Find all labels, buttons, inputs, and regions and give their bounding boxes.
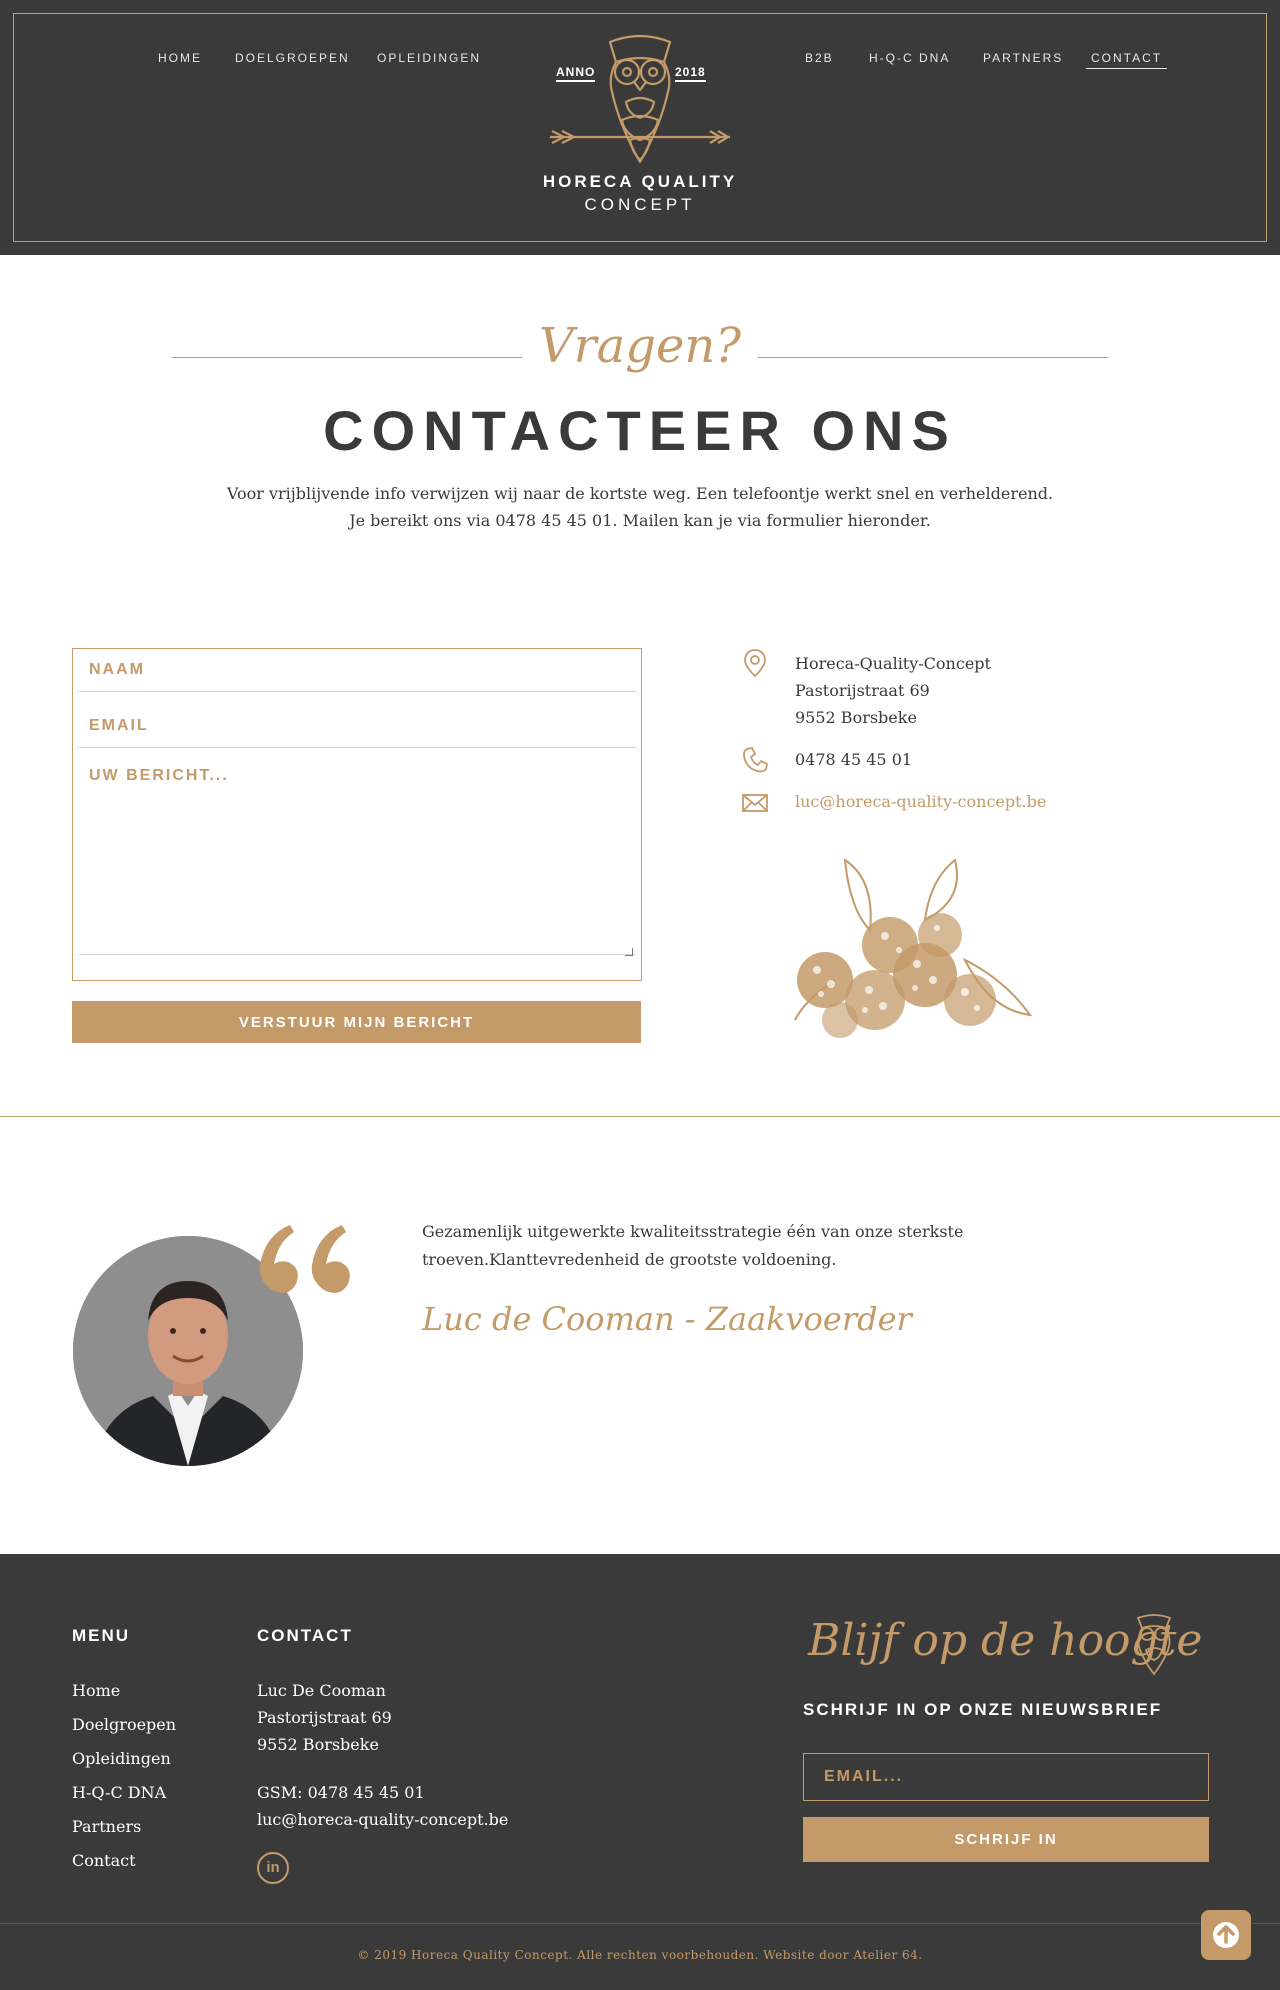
name-field[interactable]	[78, 649, 636, 692]
map-pin-icon	[744, 649, 766, 678]
newsletter-email-input[interactable]	[803, 1753, 1209, 1801]
nav-doelgroepen[interactable]: DOELGROEPEN	[235, 51, 350, 65]
quote-line-2: troeven.Klanttevredenheid de grootste vo…	[422, 1250, 837, 1269]
nav-contact[interactable]: CONTACT	[1086, 51, 1168, 69]
logo-year: 2018	[675, 65, 706, 82]
site-logo[interactable]: ANNO 2018 HORECA QUALITY CONCEPT	[530, 32, 750, 222]
arrow-up-circle-icon	[1213, 1922, 1239, 1948]
logo-line2: CONCEPT	[584, 195, 696, 214]
owl-icon	[1136, 1614, 1172, 1676]
address-street: Pastorijstraat 69	[795, 681, 930, 700]
footer-gsm[interactable]: GSM: 0478 45 45 01	[257, 1779, 508, 1806]
credit-link[interactable]: Atelier 64.	[853, 1948, 922, 1962]
raspberry-illustration	[794, 857, 1033, 1038]
footer-contact-heading: CONTACT	[257, 1626, 353, 1645]
subscribe-button[interactable]: SCHRIJF IN	[803, 1817, 1209, 1862]
footer-contact-city: 9552 Borsbeke	[257, 1735, 379, 1754]
intro-line-2: Je bereikt ons via 0478 45 45 01. Mailen…	[349, 511, 931, 530]
address-company: Horeca-Quality-Concept	[795, 654, 991, 673]
footer-link-contact[interactable]: Contact	[72, 1851, 136, 1870]
footer-divider	[0, 1923, 1280, 1924]
script-title: Vragen?	[538, 318, 741, 374]
email-link[interactable]: luc@horeca-quality-concept.be	[795, 792, 1046, 811]
phone-number[interactable]: 0478 45 45 01	[795, 746, 912, 773]
section-divider	[0, 1116, 1280, 1117]
testimonial-quote: Gezamenlijk uitgewerkte kwaliteitsstrate…	[422, 1218, 982, 1274]
address-block: Horeca-Quality-Concept Pastorijstraat 69…	[795, 650, 991, 731]
contact-form	[72, 648, 642, 981]
nav-home[interactable]: HOME	[158, 51, 202, 65]
copyright-text: © 2019 Horeca Quality Concept. Alle rech…	[0, 1948, 1280, 1962]
footer-link-opleidingen[interactable]: Opleidingen	[72, 1749, 171, 1768]
footer-address: Luc De Cooman Pastorijstraat 69 9552 Bor…	[257, 1677, 392, 1758]
logo-line1: HORECA QUALITY	[542, 172, 738, 191]
testimonial-author: Luc de Cooman - Zaakvoerder	[422, 1300, 912, 1338]
nav-partners[interactable]: PARTNERS	[983, 51, 1063, 65]
phone-icon	[743, 747, 768, 773]
footer-contact-name: Luc De Cooman	[257, 1681, 386, 1700]
nav-hqc-dna[interactable]: H-Q-C DNA	[869, 51, 950, 65]
footer-link-home[interactable]: Home	[72, 1681, 120, 1700]
intro-line-1: Voor vrijblijvende info verwijzen wij na…	[226, 484, 1054, 503]
resize-grip-icon[interactable]	[625, 948, 633, 956]
logo-anno: ANNO	[556, 65, 596, 82]
quote-line-1: Gezamenlijk uitgewerkte kwaliteitsstrate…	[422, 1222, 964, 1241]
send-message-button[interactable]: VERSTUUR MIJN BERICHT	[72, 1001, 641, 1043]
linkedin-icon[interactable]: in	[257, 1852, 289, 1884]
message-field[interactable]	[78, 761, 636, 955]
footer-link-doelgroepen[interactable]: Doelgroepen	[72, 1715, 176, 1734]
footer-menu-heading: MENU	[72, 1626, 131, 1645]
mail-icon	[742, 794, 768, 812]
page-title: CONTACTEER ONS	[323, 399, 957, 462]
address-city: 9552 Borsbeke	[795, 708, 917, 727]
email-field[interactable]	[78, 705, 636, 748]
nav-b2b[interactable]: B2B	[805, 51, 834, 65]
footer-phone-email: GSM: 0478 45 45 01 luc@horeca-quality-co…	[257, 1779, 508, 1833]
back-to-top-button[interactable]	[1201, 1910, 1251, 1960]
footer-contact-street: Pastorijstraat 69	[257, 1708, 392, 1727]
copyright-label: © 2019 Horeca Quality Concept. Alle rech…	[357, 1948, 854, 1962]
quote-icon	[259, 1225, 350, 1293]
intro-text: Voor vrijblijvende info verwijzen wij na…	[0, 480, 1280, 534]
site-header: HOME DOELGROEPEN OPLEIDINGEN B2B H-Q-C D…	[0, 0, 1280, 255]
newsletter-heading: SCHRIJF IN OP ONZE NIEUWSBRIEF	[803, 1700, 1163, 1719]
owl-logo-icon	[550, 34, 730, 164]
nav-opleidingen[interactable]: OPLEIDINGEN	[377, 51, 481, 65]
footer-link-partners[interactable]: Partners	[72, 1817, 141, 1836]
footer-email[interactable]: luc@horeca-quality-concept.be	[257, 1806, 508, 1833]
footer-link-hqc-dna[interactable]: H-Q-C DNA	[72, 1783, 166, 1802]
